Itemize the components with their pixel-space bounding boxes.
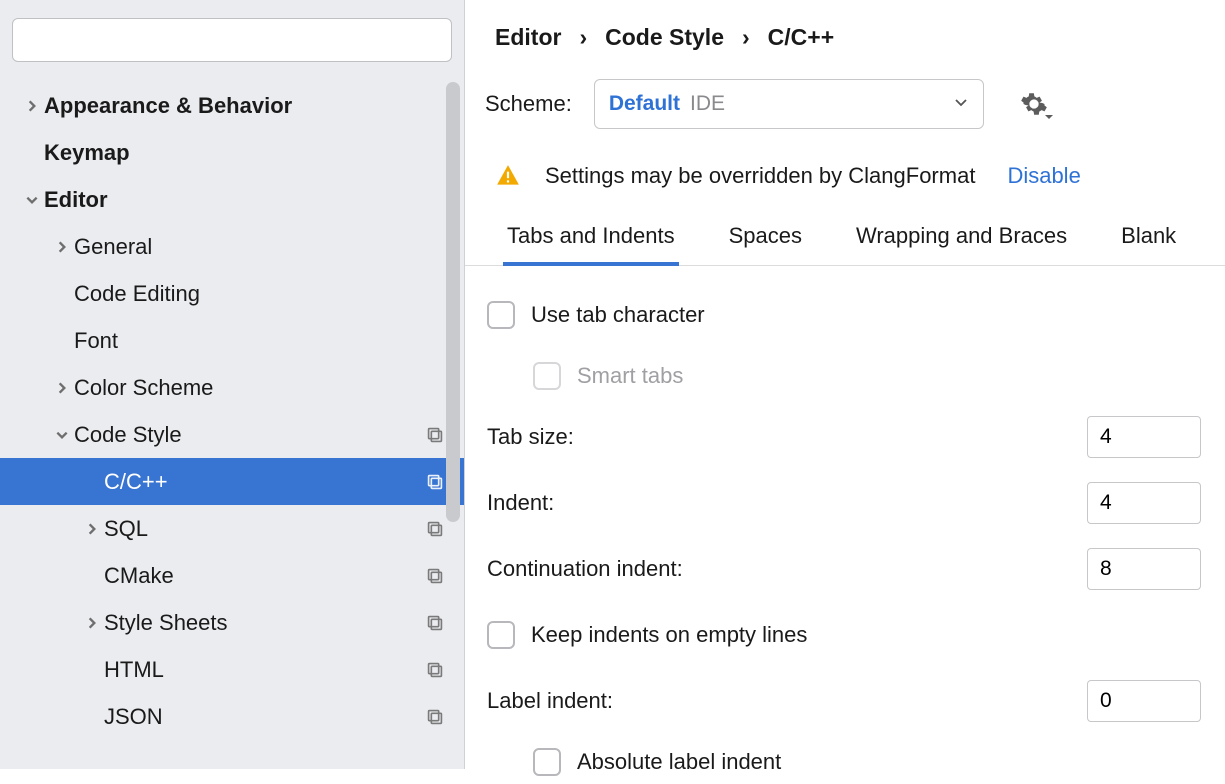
- keep-indents-label: Keep indents on empty lines: [531, 622, 807, 648]
- chevron-right-icon[interactable]: [50, 240, 74, 254]
- chevron-down-icon[interactable]: [20, 193, 44, 207]
- search-input[interactable]: [12, 18, 452, 62]
- warning-icon: [495, 163, 521, 189]
- tree-item[interactable]: Color Scheme: [0, 364, 464, 411]
- tree-item-label: Color Scheme: [74, 375, 446, 401]
- tree-item[interactable]: General: [0, 223, 464, 270]
- tree-item[interactable]: Font: [0, 317, 464, 364]
- tab[interactable]: Blank: [1121, 213, 1176, 265]
- tree-item[interactable]: CMake: [0, 552, 464, 599]
- tree-item[interactable]: Code Style: [0, 411, 464, 458]
- scope-icon: [424, 659, 446, 681]
- absolute-label-indent-checkbox[interactable]: [533, 748, 561, 776]
- tree-item-label: Editor: [44, 187, 446, 213]
- tree-item-label: Style Sheets: [104, 610, 424, 636]
- chevron-down-icon: [1044, 112, 1054, 122]
- scope-icon: [424, 565, 446, 587]
- tree-item-label: C/C++: [104, 469, 424, 495]
- scope-icon: [424, 706, 446, 728]
- tree-item-label: Code Editing: [74, 281, 446, 307]
- breadcrumb-item[interactable]: Code Style: [605, 24, 724, 51]
- chevron-right-icon[interactable]: [20, 99, 44, 113]
- scheme-label: Scheme:: [485, 91, 572, 117]
- tree-item[interactable]: Code Editing: [0, 270, 464, 317]
- tree-item-label: Code Style: [74, 422, 424, 448]
- tree-item[interactable]: Style Sheets: [0, 599, 464, 646]
- keep-indents-checkbox[interactable]: [487, 621, 515, 649]
- tree-item-label: Font: [74, 328, 446, 354]
- tree-item[interactable]: Keymap: [0, 129, 464, 176]
- chevron-down-icon: [953, 92, 969, 116]
- settings-tree: Appearance & Behavior Keymap Editor General…: [0, 74, 464, 769]
- chevron-right-icon[interactable]: [50, 381, 74, 395]
- tree-item-label: CMake: [104, 563, 424, 589]
- tree-item-label: General: [74, 234, 446, 260]
- tree-item-label: HTML: [104, 657, 424, 683]
- scope-icon: [424, 518, 446, 540]
- continuation-indent-label: Continuation indent:: [487, 556, 1087, 582]
- breadcrumb: Editor › Code Style › C/C++: [465, 10, 1225, 65]
- scheme-dropdown[interactable]: Default IDE: [594, 79, 984, 129]
- scope-icon: [424, 612, 446, 634]
- scrollbar[interactable]: [446, 82, 460, 522]
- tree-item[interactable]: JSON: [0, 693, 464, 740]
- scheme-scope: IDE: [690, 92, 725, 116]
- label-indent-label: Label indent:: [487, 688, 1087, 714]
- main-panel: Editor › Code Style › C/C++ Scheme: Defa…: [465, 0, 1225, 769]
- tab-size-label: Tab size:: [487, 424, 1087, 450]
- warning-text: Settings may be overridden by ClangForma…: [545, 163, 975, 189]
- breadcrumb-sep: ›: [579, 24, 587, 51]
- tree-item[interactable]: SQL: [0, 505, 464, 552]
- chevron-down-icon[interactable]: [50, 428, 74, 442]
- tabs: Tabs and Indents Spaces Wrapping and Brace…: [465, 213, 1225, 266]
- breadcrumb-item[interactable]: C/C++: [768, 24, 834, 51]
- tree-item[interactable]: HTML: [0, 646, 464, 693]
- tree-item[interactable]: Appearance & Behavior: [0, 82, 464, 129]
- tab-size-input[interactable]: [1087, 416, 1201, 458]
- use-tab-character-checkbox[interactable]: [487, 301, 515, 329]
- smart-tabs-checkbox: [533, 362, 561, 390]
- chevron-right-icon[interactable]: [80, 616, 104, 630]
- tree-item[interactable]: Editor: [0, 176, 464, 223]
- tree-item-label: Appearance & Behavior: [44, 93, 446, 119]
- scheme-value: Default: [609, 92, 680, 116]
- tab[interactable]: Spaces: [729, 213, 802, 265]
- indent-input[interactable]: [1087, 482, 1201, 524]
- disable-link[interactable]: Disable: [1007, 163, 1080, 189]
- tree-item-label: JSON: [104, 704, 424, 730]
- scheme-actions-button[interactable]: [1020, 90, 1048, 118]
- use-tab-character-label: Use tab character: [531, 302, 705, 328]
- tree-item-label: SQL: [104, 516, 424, 542]
- scope-icon: [424, 424, 446, 446]
- chevron-right-icon[interactable]: [80, 522, 104, 536]
- tab[interactable]: Wrapping and Braces: [856, 213, 1067, 265]
- continuation-indent-input[interactable]: [1087, 548, 1201, 590]
- absolute-label-indent-label: Absolute label indent: [577, 749, 781, 775]
- indent-label: Indent:: [487, 490, 1087, 516]
- tab[interactable]: Tabs and Indents: [507, 213, 675, 265]
- tree-item[interactable]: C/C++: [0, 458, 464, 505]
- tree-item-label: Keymap: [44, 140, 446, 166]
- breadcrumb-item[interactable]: Editor: [495, 24, 561, 51]
- settings-sidebar: Appearance & Behavior Keymap Editor General…: [0, 0, 465, 769]
- scope-icon: [424, 471, 446, 493]
- label-indent-input[interactable]: [1087, 680, 1201, 722]
- smart-tabs-label: Smart tabs: [577, 363, 683, 389]
- breadcrumb-sep: ›: [742, 24, 750, 51]
